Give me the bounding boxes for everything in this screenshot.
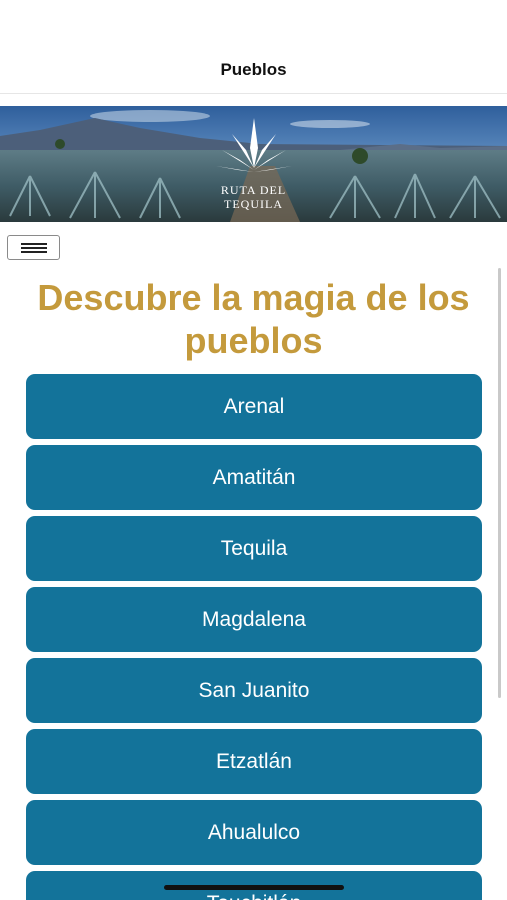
town-button-ahualulco[interactable]: Ahualulco	[26, 800, 482, 865]
town-button-san-juanito[interactable]: San Juanito	[26, 658, 482, 723]
logo-text-line1: RUTA DEL	[220, 183, 287, 197]
navigation-bar: Pueblos	[0, 0, 507, 94]
home-indicator[interactable]	[164, 885, 344, 890]
hamburger-icon	[21, 243, 47, 245]
town-list: Arenal Amatitán Tequila Magdalena San Ju…	[26, 374, 482, 900]
town-button-magdalena[interactable]: Magdalena	[26, 587, 482, 652]
town-button-etzatlan[interactable]: Etzatlán	[26, 729, 482, 794]
section-headline: Descubre la magia de los pueblos	[37, 277, 470, 361]
page-title: Pueblos	[220, 60, 287, 79]
hamburger-icon	[21, 247, 47, 249]
town-button-tequila[interactable]: Tequila	[26, 516, 482, 581]
app-screen: Pueblos RUTA DEL TEQUILA Descubre la mag…	[0, 0, 507, 900]
logo-text-line2: TEQUILA	[224, 197, 283, 211]
scrollbar[interactable]	[498, 268, 501, 698]
hero-banner: RUTA DEL TEQUILA	[0, 106, 507, 222]
hamburger-icon	[21, 251, 47, 253]
town-button-amatitan[interactable]: Amatitán	[26, 445, 482, 510]
menu-toggle-button[interactable]	[7, 235, 60, 260]
town-button-arenal[interactable]: Arenal	[26, 374, 482, 439]
